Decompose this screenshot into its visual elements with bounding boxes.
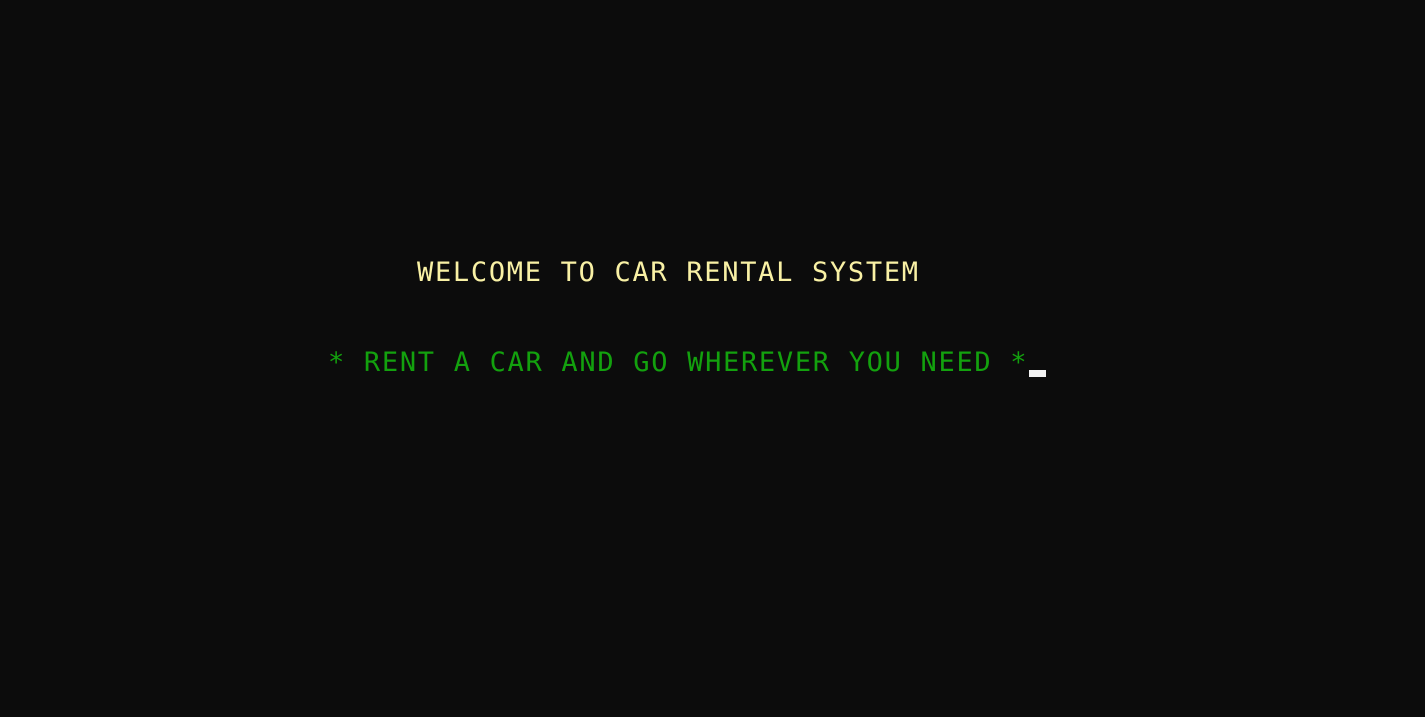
tagline-row: * RENT A CAR AND GO WHEREVER YOU NEED * [328,347,1047,378]
tagline-text: * RENT A CAR AND GO WHEREVER YOU NEED * [328,347,1029,378]
block-cursor-icon [1029,370,1047,377]
welcome-title: WELCOME TO CAR RENTAL SYSTEM [417,257,920,288]
console-window: WELCOME TO CAR RENTAL SYSTEM * RENT A CA… [0,0,1425,717]
